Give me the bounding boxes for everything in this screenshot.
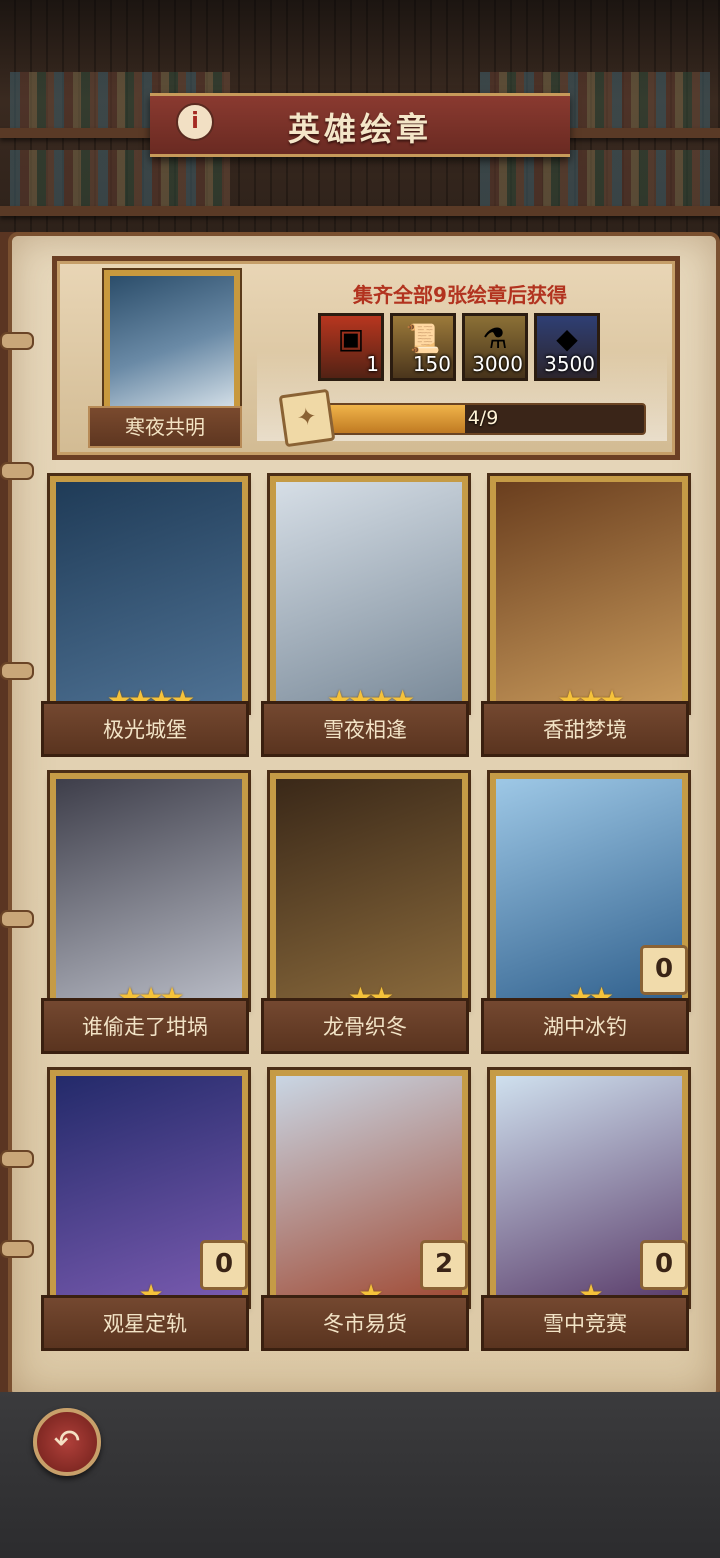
card-title: 雪中竞赛 — [481, 1295, 689, 1351]
binder-ring — [0, 332, 34, 350]
progress-text: 4/9 — [467, 407, 499, 429]
gold-cube-icon: ▣ — [337, 322, 365, 355]
binder-ring — [0, 662, 34, 680]
shelf-books — [10, 150, 230, 206]
reward-count: 3000 — [472, 352, 523, 376]
scroll-icon: 📜 — [405, 322, 441, 355]
card-title: 观星定轨 — [41, 1295, 249, 1351]
ore-icon: ◆ — [556, 322, 578, 355]
reward-caption: 集齐全部9张绘章后获得 — [353, 283, 567, 307]
card-stack-icon: ✦ — [278, 388, 336, 448]
binder-ring — [0, 1240, 34, 1258]
picture-card[interactable] — [50, 773, 248, 1009]
picture-card[interactable] — [270, 476, 468, 712]
back-arrow-icon[interactable]: ↶ — [33, 1408, 101, 1476]
binder-ring — [0, 910, 34, 928]
card-title: 谁偷走了坩埚 — [41, 998, 249, 1054]
card-title: 极光城堡 — [41, 701, 249, 757]
binder-ring — [0, 1150, 34, 1168]
picture-card[interactable] — [490, 476, 688, 712]
shelf-books — [480, 150, 710, 206]
reward-item[interactable]: 📜 150 — [390, 313, 456, 381]
reward-item[interactable]: ⚗ 3000 — [462, 313, 528, 381]
collection-progress-bar: 4/9 — [320, 403, 646, 435]
card-title: 龙骨织冬 — [261, 998, 469, 1054]
album-cover-card[interactable] — [104, 270, 240, 428]
album-name: 寒夜共明 — [88, 406, 242, 448]
binder-ring — [0, 462, 34, 480]
picture-card[interactable] — [270, 773, 468, 1009]
bottom-bar — [0, 1392, 720, 1558]
picture-card[interactable] — [50, 476, 248, 712]
reward-count: 3500 — [544, 352, 595, 376]
card-title: 雪夜相逢 — [261, 701, 469, 757]
reward-count: 1 — [366, 352, 379, 376]
reward-count: 150 — [412, 352, 451, 376]
shelf-board — [0, 206, 720, 216]
card-title: 冬市易货 — [261, 1295, 469, 1351]
card-title: 香甜梦境 — [481, 701, 689, 757]
reward-item[interactable]: ▣ 1 — [318, 313, 384, 381]
card-title: 湖中冰钓 — [481, 998, 689, 1054]
info-icon[interactable]: i — [176, 103, 214, 141]
potion-icon: ⚗ — [482, 322, 508, 355]
reward-item[interactable]: ◆ 3500 — [534, 313, 600, 381]
